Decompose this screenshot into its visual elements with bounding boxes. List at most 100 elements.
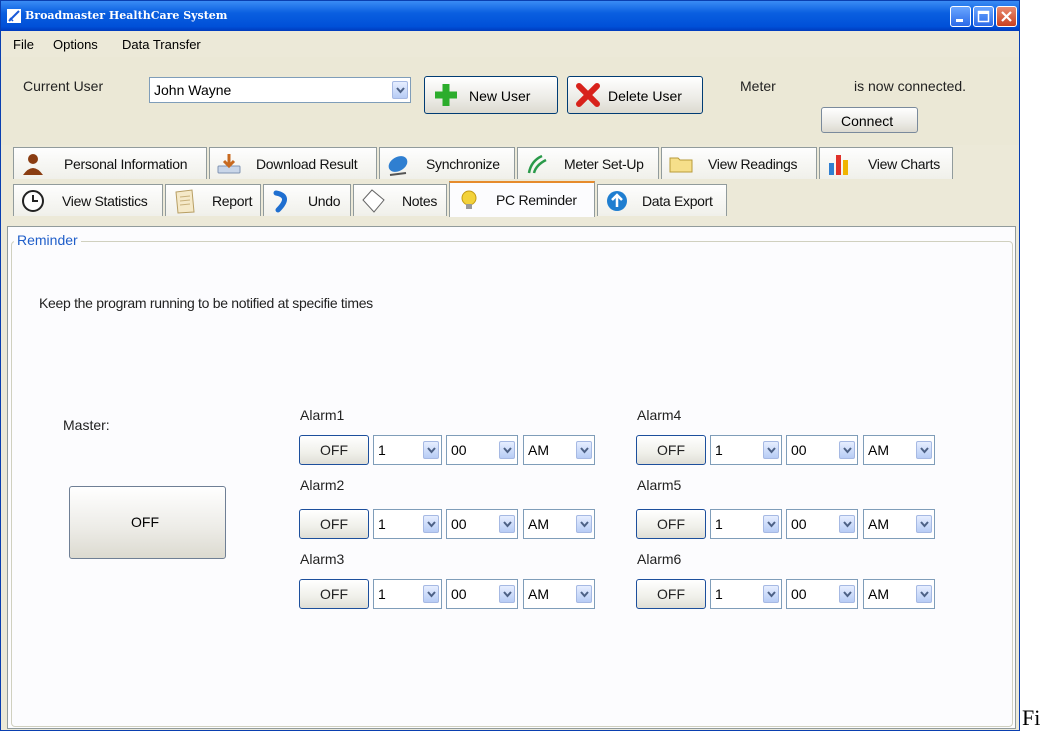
alarm3-minute-select[interactable]: 00 (446, 579, 518, 609)
alarm6-hour-select[interactable]: 1 (710, 579, 782, 609)
dropdown-arrow[interactable] (392, 81, 408, 99)
upload-icon (607, 191, 627, 211)
chevron-down-icon (767, 447, 776, 454)
dropdown-arrow[interactable] (499, 441, 515, 459)
alarm5-minute-select[interactable]: 00 (786, 509, 858, 539)
dropdown-arrow[interactable] (423, 585, 439, 603)
dropdown-arrow[interactable] (839, 441, 855, 459)
connect-button[interactable]: Connect (821, 107, 918, 133)
alarm3-toggle-button[interactable]: OFF (299, 579, 369, 609)
current-user-label: Current User (23, 78, 104, 94)
title-bar[interactable]: Broadmaster HealthCare System (1, 1, 1019, 31)
minute-value: 00 (791, 586, 807, 602)
hour-value: 1 (715, 442, 723, 458)
chevron-down-icon (580, 591, 589, 598)
tab-report[interactable]: Report (165, 184, 261, 216)
minimize-button[interactable] (950, 6, 971, 27)
bar-chart-icon (829, 155, 848, 175)
chevron-down-icon (920, 447, 929, 454)
alarm2-hour-select[interactable]: 1 (373, 509, 442, 539)
tab-pc-reminder[interactable]: PC Reminder (449, 181, 595, 217)
alarm4-toggle-button[interactable]: OFF (636, 435, 706, 465)
current-user-value: John Wayne (154, 82, 232, 98)
delete-user-button[interactable]: Delete User (567, 76, 703, 114)
alarm5-hour-select[interactable]: 1 (710, 509, 782, 539)
alarm4-label: Alarm4 (637, 407, 682, 423)
tab-undo[interactable]: Undo (263, 184, 351, 216)
page-caption-fragment: Fi (1022, 705, 1041, 730)
dropdown-arrow[interactable] (763, 441, 779, 459)
dropdown-arrow[interactable] (423, 441, 439, 459)
master-toggle-button[interactable]: OFF (69, 486, 226, 559)
tab-view-readings[interactable]: View Readings (661, 147, 817, 179)
maximize-button[interactable] (973, 6, 994, 27)
dropdown-arrow[interactable] (423, 515, 439, 533)
alarm5-ampm-select[interactable]: AM (863, 509, 935, 539)
chevron-down-icon (396, 87, 405, 94)
dropdown-arrow[interactable] (916, 441, 932, 459)
tab-download-result[interactable]: Download Result (209, 147, 377, 179)
chevron-down-icon (920, 591, 929, 598)
close-icon (1001, 11, 1012, 22)
alarm2-toggle-button[interactable]: OFF (299, 509, 369, 539)
alarm2-minute-select[interactable]: 00 (446, 509, 518, 539)
ampm-value: AM (528, 442, 549, 458)
ampm-value: AM (868, 586, 889, 602)
alarm4-minute-select[interactable]: 00 (786, 435, 858, 465)
alarm6-minute-select[interactable]: 00 (786, 579, 858, 609)
dropdown-arrow[interactable] (499, 515, 515, 533)
tab-label: View Charts (868, 156, 940, 172)
alarm1-ampm-select[interactable]: AM (523, 435, 595, 465)
tab-label: Data Export (642, 193, 713, 209)
menu-file[interactable]: File (13, 37, 34, 52)
menu-bar: File Options Data Transfer (1, 31, 1019, 57)
tab-meter-set-up[interactable]: Meter Set-Up (517, 147, 659, 179)
dropdown-arrow[interactable] (916, 515, 932, 533)
chevron-down-icon (767, 521, 776, 528)
dropdown-arrow[interactable] (763, 585, 779, 603)
dropdown-arrow[interactable] (763, 515, 779, 533)
alarm3-label: Alarm3 (300, 551, 345, 567)
ampm-value: AM (868, 442, 889, 458)
menu-options[interactable]: Options (53, 37, 98, 52)
close-button[interactable] (996, 6, 1017, 27)
master-label: Master: (63, 417, 110, 433)
dropdown-arrow[interactable] (576, 441, 592, 459)
bulb-icon (461, 190, 477, 209)
tab-label: Personal Information (64, 156, 188, 172)
satellite-icon (388, 156, 408, 176)
alarm6-ampm-select[interactable]: AM (863, 579, 935, 609)
tab-synchronize[interactable]: Synchronize (379, 147, 515, 179)
alarm3-ampm-select[interactable]: AM (523, 579, 595, 609)
dropdown-arrow[interactable] (576, 585, 592, 603)
connection-status: is now connected. (854, 78, 967, 94)
new-user-label: New User (469, 88, 531, 104)
person-icon (23, 154, 43, 175)
tab-data-export[interactable]: Data Export (597, 184, 727, 216)
current-user-select[interactable]: John Wayne (149, 77, 411, 103)
ampm-value: AM (528, 586, 549, 602)
hour-value: 1 (378, 442, 386, 458)
dropdown-arrow[interactable] (576, 515, 592, 533)
alarm4-hour-select[interactable]: 1 (710, 435, 782, 465)
dropdown-arrow[interactable] (499, 585, 515, 603)
tab-notes[interactable]: Notes (353, 184, 447, 216)
tab-view-statistics[interactable]: View Statistics (13, 184, 163, 216)
app-icon (7, 9, 21, 23)
dropdown-arrow[interactable] (839, 515, 855, 533)
alarm1-minute-select[interactable]: 00 (446, 435, 518, 465)
dropdown-arrow[interactable] (839, 585, 855, 603)
tab-personal-information[interactable]: Personal Information (13, 147, 207, 179)
alarm1-toggle-button[interactable]: OFF (299, 435, 369, 465)
alarm3-hour-select[interactable]: 1 (373, 579, 442, 609)
alarm1-hour-select[interactable]: 1 (373, 435, 442, 465)
alarm5-toggle-button[interactable]: OFF (636, 509, 706, 539)
alarm6-toggle-button[interactable]: OFF (636, 579, 706, 609)
alarm4-ampm-select[interactable]: AM (863, 435, 935, 465)
dropdown-arrow[interactable] (916, 585, 932, 603)
note-page-icon (362, 189, 385, 213)
tab-view-charts[interactable]: View Charts (819, 147, 953, 179)
new-user-button[interactable]: New User (424, 76, 558, 114)
menu-data-transfer[interactable]: Data Transfer (122, 37, 201, 52)
alarm2-ampm-select[interactable]: AM (523, 509, 595, 539)
